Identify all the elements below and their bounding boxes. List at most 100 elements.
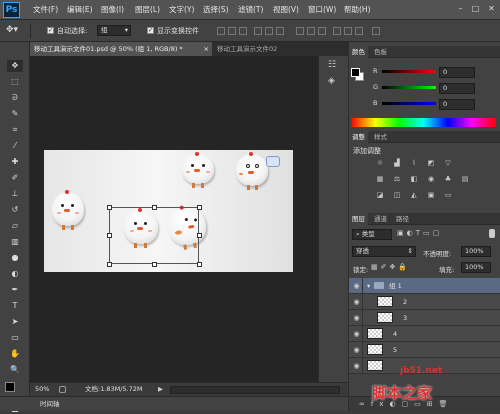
vibrance-icon[interactable]: ▽ [443, 159, 453, 168]
transform-handle[interactable] [107, 262, 112, 267]
status-arrow-icon[interactable]: ▶ [158, 383, 163, 396]
fill-field[interactable]: 100% [461, 262, 491, 273]
photo-filter-icon[interactable]: ◉ [426, 175, 436, 184]
color-spectrum[interactable] [351, 118, 496, 127]
clone-stamp-tool-icon[interactable]: ⊥ [7, 188, 23, 200]
pen-tool-icon[interactable]: ✒ [7, 284, 23, 296]
exposure-icon[interactable]: ◩ [426, 159, 436, 168]
blend-mode-dropdown[interactable]: 穿透 ⇕ [352, 246, 416, 257]
layer-row[interactable]: ◉ 2 [349, 294, 500, 310]
distribute-right-icon[interactable] [355, 27, 363, 35]
brightness-icon[interactable]: ☼ [375, 159, 385, 168]
transform-handle[interactable] [107, 233, 112, 238]
menu-select[interactable]: 选择(S) [203, 4, 229, 15]
status-info-icon[interactable] [59, 386, 66, 393]
green-value-field[interactable]: 0 [439, 83, 475, 94]
properties-panel-icon[interactable]: ◈ [328, 76, 335, 86]
brush-tool-icon[interactable]: ✐ [7, 172, 23, 184]
chick-character[interactable] [236, 152, 268, 190]
eye-icon[interactable]: ◉ [351, 294, 363, 310]
menu-filter[interactable]: 滤镜(T) [238, 4, 263, 15]
auto-align-icon[interactable] [372, 27, 380, 35]
distribute-bottom-icon[interactable] [318, 27, 326, 35]
gradient-map-icon[interactable]: ▭ [443, 191, 453, 200]
menu-edit[interactable]: 编辑(E) [67, 4, 93, 15]
menu-help[interactable]: 帮助(H) [344, 4, 371, 15]
eraser-tool-icon[interactable]: ▱ [7, 220, 23, 232]
align-top-icon[interactable] [217, 27, 225, 35]
type-tool-icon[interactable]: T [7, 300, 23, 312]
horizontal-scrollbar[interactable] [170, 386, 340, 394]
eye-icon[interactable]: ◉ [351, 278, 363, 294]
doc-tab-inactive[interactable]: 移动工具演示文件02 [213, 42, 323, 56]
distribute-vcenter-icon[interactable] [307, 27, 315, 35]
filter-toggle-icon[interactable] [489, 229, 495, 238]
tab-paths[interactable]: 路径 [393, 213, 412, 225]
move-tool-icon[interactable]: ✥▾ [6, 25, 18, 35]
history-panel-icon[interactable]: ☷ [328, 60, 336, 70]
move-tool-icon[interactable]: ✥ [7, 60, 23, 72]
lasso-tool-icon[interactable]: ᘐ [7, 92, 23, 104]
blur-tool-icon[interactable]: ● [7, 252, 23, 264]
path-select-tool-icon[interactable]: ➤ [7, 316, 23, 328]
close-window-button[interactable]: ✕ [485, 3, 498, 15]
menu-view[interactable]: 视图(V) [273, 4, 299, 15]
foreground-color-swatch[interactable] [351, 68, 360, 77]
zoom-level[interactable]: 50% [35, 383, 49, 396]
timeline-label[interactable]: 时间轴 [40, 397, 60, 411]
close-tab-icon[interactable]: × [204, 42, 209, 56]
gradient-tool-icon[interactable]: ▥ [7, 236, 23, 248]
maximize-button[interactable]: □ [469, 3, 482, 15]
canvas-area[interactable] [30, 56, 348, 382]
eye-icon[interactable]: ◉ [351, 310, 363, 326]
align-right-icon[interactable] [276, 27, 284, 35]
transform-bounding-box[interactable] [109, 207, 199, 264]
distribute-top-icon[interactable] [296, 27, 304, 35]
tab-layers[interactable]: 图层 [349, 213, 368, 225]
threshold-icon[interactable]: ◭ [409, 191, 419, 200]
tab-adjustments[interactable]: 调整 [349, 131, 368, 143]
selective-color-icon[interactable]: ▣ [426, 191, 436, 200]
invert-icon[interactable]: ◪ [375, 191, 385, 200]
tab-swatches[interactable]: 色板 [371, 46, 390, 58]
lock-icons[interactable]: ▦✐✥🔒 [371, 263, 410, 271]
hue-saturation-icon[interactable]: ▦ [375, 175, 385, 184]
history-brush-tool-icon[interactable]: ↺ [7, 204, 23, 216]
curves-icon[interactable]: ⌇ [409, 159, 419, 168]
black-white-icon[interactable]: ◧ [409, 175, 419, 184]
align-left-icon[interactable] [254, 27, 262, 35]
tab-channels[interactable]: 通道 [371, 213, 390, 225]
layer-row[interactable]: ◉ 3 [349, 310, 500, 326]
transform-handle[interactable] [152, 205, 157, 210]
distribute-left-icon[interactable] [333, 27, 341, 35]
transform-handle[interactable] [197, 262, 202, 267]
tab-color[interactable]: 颜色 [349, 46, 368, 58]
align-hcenter-icon[interactable] [265, 27, 273, 35]
color-lookup-icon[interactable]: ▤ [460, 175, 470, 184]
shape-tool-icon[interactable]: ▭ [7, 332, 23, 344]
hand-tool-icon[interactable]: ✋ [7, 348, 23, 360]
distribute-hcenter-icon[interactable] [344, 27, 352, 35]
dodge-tool-icon[interactable]: ◐ [7, 268, 23, 280]
layer-filter-icons[interactable]: ▣◐T▭▢ [397, 229, 442, 237]
menu-type[interactable]: 文字(Y) [169, 4, 194, 15]
healing-tool-icon[interactable]: ✚ [7, 156, 23, 168]
eyedropper-tool-icon[interactable]: ⁄ [7, 140, 23, 152]
transform-handle[interactable] [152, 262, 157, 267]
layer-row-group[interactable]: ◉ ▾ 组 1 [349, 278, 500, 294]
zoom-tool-icon[interactable]: 🔍 [7, 364, 23, 376]
chevron-down-icon[interactable]: ▾ [367, 278, 370, 294]
eye-icon[interactable]: ◉ [351, 326, 363, 342]
align-vcenter-icon[interactable] [228, 27, 236, 35]
align-bottom-icon[interactable] [239, 27, 247, 35]
green-slider[interactable] [382, 86, 436, 89]
chick-character[interactable] [182, 152, 214, 188]
crop-tool-icon[interactable]: ⌗ [7, 124, 23, 136]
blue-value-field[interactable]: 0 [439, 99, 475, 110]
auto-select-checkbox[interactable]: ✓ [47, 27, 54, 34]
doc-tab-active[interactable]: 移动工具演示文件01.psd @ 50% (组 1, RGB/8) * × [30, 42, 212, 56]
minimize-button[interactable]: – [454, 3, 467, 15]
tab-styles[interactable]: 样式 [371, 131, 390, 143]
blue-slider[interactable] [382, 102, 436, 105]
layer-kind-filter[interactable]: ⌕ 类型 [352, 229, 392, 240]
